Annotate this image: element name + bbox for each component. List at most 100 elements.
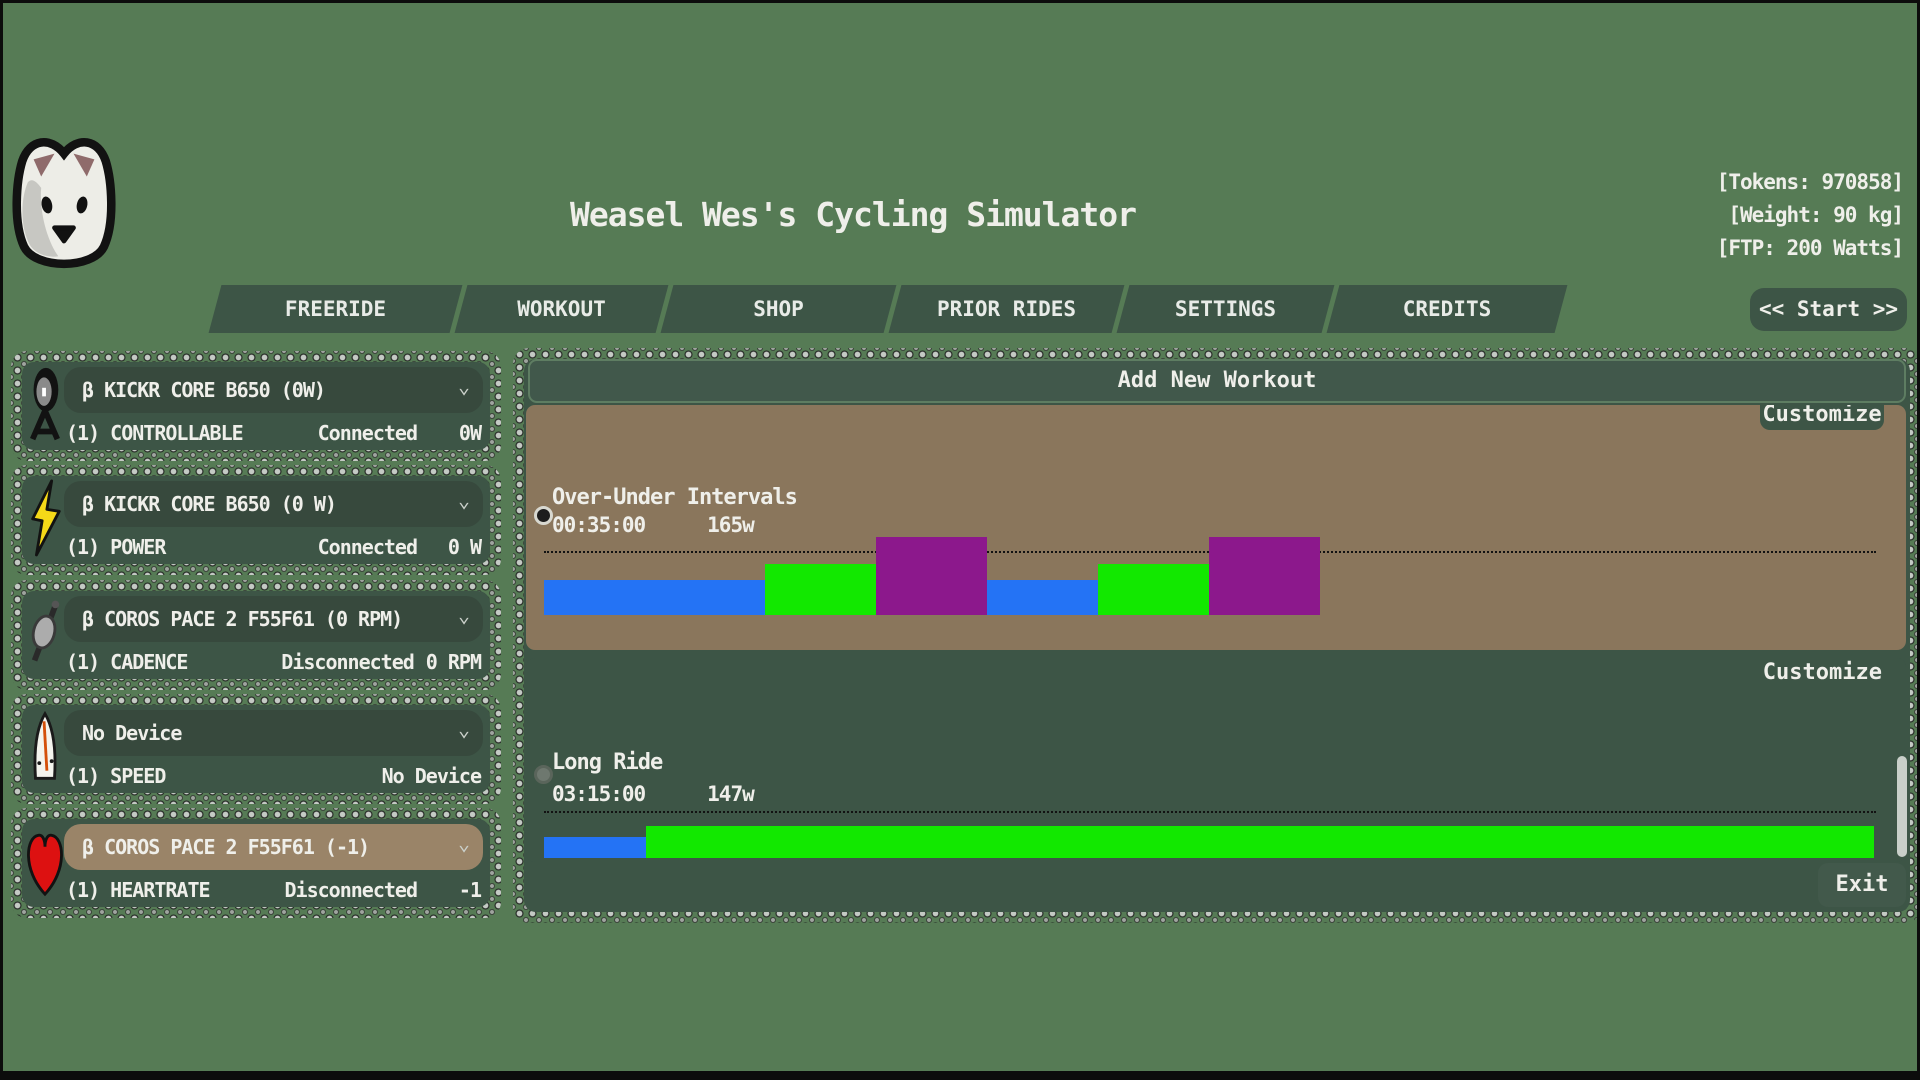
device-dropdown-heartrate[interactable]: β COROS PACE 2 F55F61 (-1) ⌄ [64,824,483,870]
chevron-down-icon: ⌄ [458,488,470,512]
workout-summary: 03:15:00 147w [552,782,754,806]
interval-segment-blue [987,580,1098,615]
interval-bars [544,826,1874,858]
interval-bars [544,537,1320,615]
workout-avg-power: 165w [707,513,754,537]
device-panel-chain-border: β KICKR CORE B650 (0 W) ⌄ (1) POWER Conn… [11,465,501,575]
workout-summary: 00:35:00 165w [552,513,754,537]
workout-list-scrollbar[interactable] [1897,756,1907,857]
lightning-icon [26,479,64,561]
device-dropdown-cadence[interactable]: β COROS PACE 2 F55F61 (0 RPM) ⌄ [64,596,483,642]
chevron-down-icon: ⌄ [458,831,470,855]
device-panel-chain-border: β KICKR CORE B650 (0W) ⌄ (1) CONTROLLABL… [11,351,501,461]
device-metric-label: (1) CONTROLLABLE [66,421,318,445]
chevron-down-icon: ⌄ [458,603,470,627]
tab-shop[interactable]: SHOP [661,285,897,333]
weasel-logo [7,129,121,279]
customize-button[interactable]: Customize [1763,660,1882,685]
device-panel-speed: No Device ⌄ (1) SPEED No Device [22,705,490,793]
trainer-icon [26,365,64,447]
device-panel-cadence: β COROS PACE 2 F55F61 (0 RPM) ⌄ (1) CADE… [22,591,490,679]
workout-select-radio[interactable] [534,765,553,784]
workout-card-long-ride[interactable]: Customize Long Ride 03:15:00 147w [526,658,1906,862]
tab-label: SETTINGS [1123,285,1328,333]
workout-duration: 00:35:00 [552,513,645,537]
device-panel-heartrate: β COROS PACE 2 F55F61 (-1) ⌄ (1) HEARTRA… [22,819,490,907]
start-button[interactable]: << Start >> [1750,288,1907,331]
device-panel-controllable: β KICKR CORE B650 (0W) ⌄ (1) CONTROLLABL… [22,362,490,450]
workout-title: Over-Under Intervals [552,485,797,510]
workout-card-over-under-intervals[interactable]: Customize Over-Under Intervals 00:35:00 … [526,405,1906,650]
workout-panel: Add New Workout Customize Over-Under Int… [524,359,1910,912]
workout-panel-chain-border: Add New Workout Customize Over-Under Int… [513,348,1920,923]
device-dropdown-value: β COROS PACE 2 F55F61 (0 RPM) [64,607,402,631]
app-window: Weasel Wes's Cycling Simulator [Tokens: … [0,0,1920,1080]
exit-button[interactable]: Exit [1818,863,1906,907]
device-status-row: (1) CONTROLLABLE Connected 0W [66,420,481,446]
device-panel-power: β KICKR CORE B650 (0 W) ⌄ (1) POWER Conn… [22,476,490,564]
interval-segment-green [765,564,876,615]
workout-avg-power: 147w [707,782,754,806]
device-value: 0 RPM [426,650,481,674]
device-connection-status: Connected [318,421,417,445]
chevron-down-icon: ⌄ [458,717,470,741]
device-value: No Device [382,764,481,788]
tab-credits[interactable]: CREDITS [1327,285,1568,333]
tab-settings[interactable]: SETTINGS [1117,285,1335,333]
workout-duration: 03:15:00 [552,782,645,806]
tab-label: WORKOUT [461,285,662,333]
cadence-icon [26,594,64,676]
ftp-threshold-line [544,811,1876,813]
device-metric-label: (1) POWER [66,535,318,559]
device-metric-label: (1) SPEED [66,764,370,788]
device-value: -1 [429,878,481,902]
weight-stat: [Weight: 90 kg] [1717,199,1903,232]
device-status-row: (1) HEARTRATE Disconnected -1 [66,877,481,903]
tab-workout[interactable]: WORKOUT [455,285,669,333]
tab-prior-rides[interactable]: PRIOR RIDES [889,285,1125,333]
player-stats: [Tokens: 970858] [Weight: 90 kg] [FTP: 2… [1717,166,1903,265]
heart-icon [26,822,64,904]
interval-segment-purple [876,537,987,615]
device-panel-chain-border: No Device ⌄ (1) SPEED No Device [11,694,501,804]
device-dropdown-controllable[interactable]: β KICKR CORE B650 (0W) ⌄ [64,367,483,413]
device-dropdown-value: β KICKR CORE B650 (0 W) [64,492,336,516]
interval-segment-purple [1209,537,1320,615]
device-metric-label: (1) CADENCE [66,650,281,674]
device-value: 0W [429,421,481,445]
device-panel-chain-border: β COROS PACE 2 F55F61 (0 RPM) ⌄ (1) CADE… [11,580,501,690]
device-metric-label: (1) HEARTRATE [66,878,285,902]
tab-label: FREERIDE [215,285,456,333]
tokens-stat: [Tokens: 970858] [1717,166,1903,199]
device-panel-chain-border: β COROS PACE 2 F55F61 (-1) ⌄ (1) HEARTRA… [11,808,501,918]
device-status-row: (1) CADENCE Disconnected 0 RPM [66,649,481,675]
tab-bar: FREERIDEWORKOUTSHOPPRIOR RIDESSETTINGSCR… [215,285,1561,333]
device-connection-status: Disconnected [281,650,414,674]
interval-segment-blue [544,837,646,858]
workout-select-radio[interactable] [534,506,553,525]
chevron-down-icon: ⌄ [458,374,470,398]
tab-label: CREDITS [1333,285,1561,333]
device-status-row: (1) POWER Connected 0 W [66,534,481,560]
page-title: Weasel Wes's Cycling Simulator [483,195,1223,234]
workout-title: Long Ride [552,750,662,775]
customize-button[interactable]: Customize [1760,405,1884,430]
tab-label: PRIOR RIDES [895,285,1118,333]
device-dropdown-power[interactable]: β KICKR CORE B650 (0 W) ⌄ [64,481,483,527]
tab-freeride[interactable]: FREERIDE [209,285,463,333]
interval-segment-green [1098,564,1209,615]
device-dropdown-value: β KICKR CORE B650 (0W) [64,378,325,402]
device-dropdown-speed[interactable]: No Device ⌄ [64,710,483,756]
ftp-stat: [FTP: 200 Watts] [1717,232,1903,265]
interval-segment-green [646,826,1874,858]
device-status-row: (1) SPEED No Device [66,763,481,789]
device-dropdown-value: β COROS PACE 2 F55F61 (-1) [64,835,369,859]
device-connection-status: Disconnected [285,878,418,902]
add-new-workout-button[interactable]: Add New Workout [528,359,1906,403]
device-value: 0 W [429,535,481,559]
device-dropdown-value: No Device [64,721,181,745]
device-connection-status: Connected [318,535,417,559]
interval-segment-blue [544,580,765,615]
tab-label: SHOP [667,285,890,333]
speedometer-icon [26,708,64,790]
